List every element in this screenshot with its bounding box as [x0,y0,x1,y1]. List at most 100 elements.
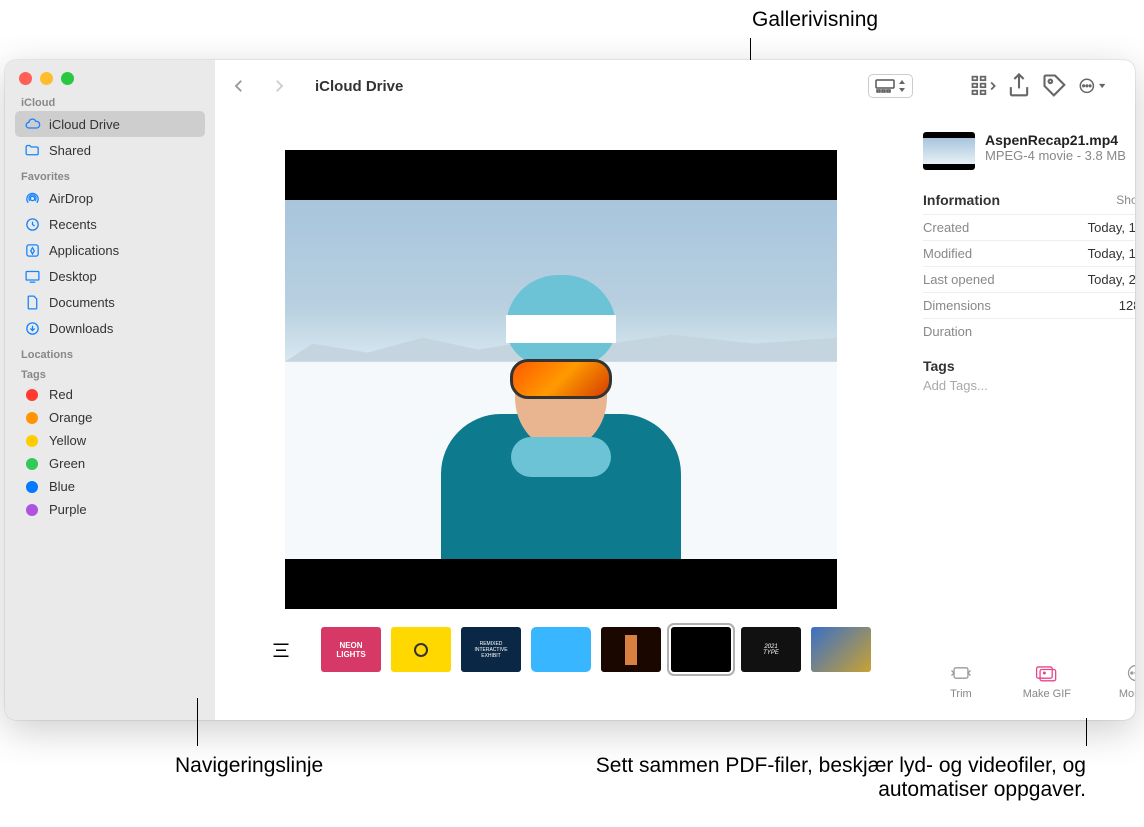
info-row: ModifiedToday, 1:34 PM [923,240,1135,266]
sidebar-item-label: AirDrop [49,191,93,206]
sidebar-tag-purple[interactable]: Purple [15,498,205,521]
sidebar-section-favorites: Favorites [21,171,205,183]
sidebar-item-airdrop[interactable]: AirDrop [15,185,205,211]
tag-label: Purple [49,502,87,517]
document-icon [23,293,41,311]
info-value: 1280×720 [1119,298,1135,313]
sidebar-item-documents[interactable]: Documents [15,289,205,315]
trim-action[interactable]: Trim [947,662,975,700]
tags-heading: Tags [923,358,1135,374]
content-area: ▬▬▬▬▬▬▬▬ NEONLIGHTS REMIXEDINTERACTIVEEX… [215,112,1135,720]
callout-line [197,698,198,746]
sidebar-tag-red[interactable]: Red [15,383,205,406]
nav-buttons [229,76,289,96]
tag-dot-icon [26,504,38,516]
thumbnail[interactable]: ▬▬▬▬▬▬▬▬ [251,627,311,672]
sidebar-item-label: Documents [49,295,115,310]
file-name: AspenRecap21.mp4 [985,132,1126,148]
file-meta: MPEG-4 movie - 3.8 MB [985,148,1126,163]
tag-dot-icon [26,435,38,447]
sidebar-section-tags: Tags [21,369,205,381]
make-gif-action[interactable]: Make GIF [1023,662,1071,700]
minimize-window-button[interactable] [40,72,53,85]
info-label: Modified [923,246,972,261]
download-icon [23,319,41,337]
info-label: Created [923,220,969,235]
sidebar-tag-green[interactable]: Green [15,452,205,475]
sidebar-item-label: Desktop [49,269,97,284]
tag-label: Blue [49,479,75,494]
add-tags-field[interactable]: Add Tags... [923,378,1135,393]
sidebar-section-locations: Locations [21,349,205,361]
preview-image[interactable] [285,150,837,609]
sidebar-item-downloads[interactable]: Downloads [15,315,205,341]
sidebar-item-applications[interactable]: Applications [15,237,205,263]
gallery-view-button[interactable] [868,74,913,98]
qa-label: Trim [950,688,972,700]
file-header: AspenRecap21.mp4 MPEG-4 movie - 3.8 MB [923,132,1135,170]
sidebar-item-icloud-drive[interactable]: iCloud Drive [15,111,205,137]
tag-button[interactable] [1041,72,1069,100]
qa-label: More... [1119,688,1135,700]
thumbnail[interactable]: REMIXEDINTERACTIVEEXHIBIT [461,627,521,672]
sidebar-item-label: Applications [49,243,119,258]
forward-button[interactable] [269,76,289,96]
sidebar-tag-orange[interactable]: Orange [15,406,205,429]
tag-label: Orange [49,410,92,425]
show-more-button[interactable]: Show More [1116,193,1135,207]
file-thumb-icon [923,132,975,170]
thumbnail[interactable] [601,627,661,672]
sidebar-item-shared[interactable]: Shared [15,137,205,163]
sidebar-item-recents[interactable]: Recents [15,211,205,237]
thumbnail[interactable]: NEONLIGHTS [321,627,381,672]
thumbnail[interactable] [531,627,591,672]
info-row: Last opened Today, 2:07 PM [923,266,1135,292]
more-action[interactable]: More... [1119,662,1135,700]
share-button[interactable] [1005,72,1033,100]
callout-navigation-bar: Navigeringslinje [175,754,323,778]
info-label: Last opened [923,272,995,287]
sidebar-item-label: Downloads [49,321,113,336]
close-window-button[interactable] [19,72,32,85]
cloud-icon [23,115,41,133]
tag-dot-icon [26,481,38,493]
tag-label: Yellow [49,433,86,448]
thumbnail-strip: ▬▬▬▬▬▬▬▬ NEONLIGHTS REMIXEDINTERACTIVEEX… [243,609,879,672]
tag-dot-icon [26,389,38,401]
action-menu-button[interactable] [1077,72,1105,100]
preview-area: ▬▬▬▬▬▬▬▬ NEONLIGHTS REMIXEDINTERACTIVEEX… [215,112,907,720]
info-value: Today, 2:07 PM [1088,272,1135,287]
thumbnail[interactable]: 2021TYPE [741,627,801,672]
group-button[interactable] [969,72,997,100]
clock-icon [23,215,41,233]
sidebar-item-desktop[interactable]: Desktop [15,263,205,289]
sidebar-tag-yellow[interactable]: Yellow [15,429,205,452]
shared-folder-icon [23,141,41,159]
sidebar-item-label: Recents [49,217,97,232]
finder-window: iCloud iCloud Drive Shared Favorites Air… [5,60,1135,720]
inspector-panel: AspenRecap21.mp4 MPEG-4 movie - 3.8 MB I… [907,112,1135,720]
tag-dot-icon [26,458,38,470]
window-controls [19,72,205,85]
sidebar-item-label: Shared [49,143,91,158]
thumbnail[interactable] [811,627,871,672]
qa-label: Make GIF [1023,688,1071,700]
tag-label: Green [49,456,85,471]
info-row: Duration00:06 [923,318,1135,344]
callout-gallery-view: Gallerivisning [752,8,878,32]
toolbar: iCloud Drive [215,60,1135,112]
callout-line [1086,718,1087,746]
main-area: iCloud Drive [215,60,1135,720]
sidebar: iCloud iCloud Drive Shared Favorites Air… [5,60,215,720]
back-button[interactable] [229,76,249,96]
sidebar-section-icloud: iCloud [21,97,205,109]
gif-icon [1033,662,1061,684]
thumbnail[interactable] [391,627,451,672]
trim-icon [947,662,975,684]
sidebar-item-label: iCloud Drive [49,117,120,132]
thumbnail-selected[interactable] [671,627,731,672]
window-title: iCloud Drive [315,78,403,95]
sidebar-tag-blue[interactable]: Blue [15,475,205,498]
maximize-window-button[interactable] [61,72,74,85]
info-label: Duration [923,324,972,339]
